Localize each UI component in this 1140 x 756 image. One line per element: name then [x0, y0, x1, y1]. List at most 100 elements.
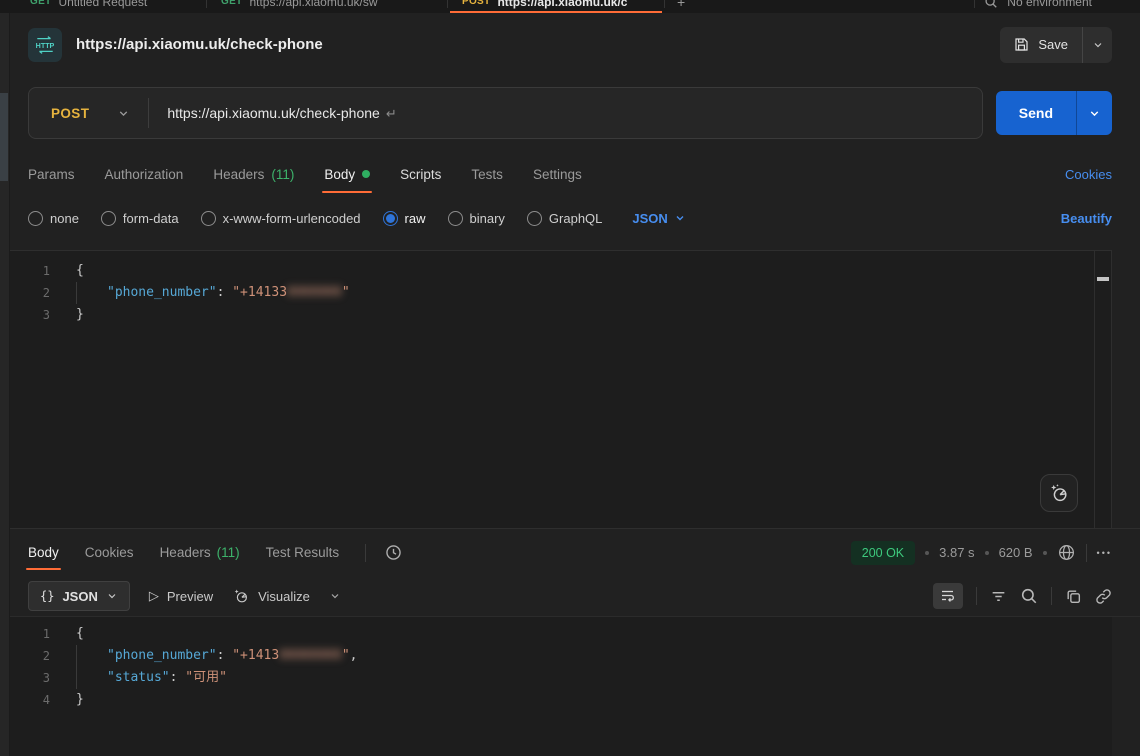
- mode-binary[interactable]: binary: [448, 211, 505, 226]
- postbot-icon: [1048, 482, 1070, 504]
- save-options-button[interactable]: [1082, 27, 1112, 63]
- tab-params[interactable]: Params: [28, 167, 75, 182]
- request-body-editor[interactable]: 1 { 2 "phone_number": "+141330000000" 3 …: [10, 250, 1112, 528]
- raw-format-dropdown[interactable]: JSON: [632, 211, 685, 226]
- url-input[interactable]: https://api.xiaomu.uk/check-phone ↵: [149, 105, 414, 122]
- response-toolbar: {} JSON ▷ Preview Visualize: [0, 576, 1140, 616]
- tab-body-active[interactable]: Body: [324, 167, 370, 182]
- save-button[interactable]: Save: [1000, 27, 1082, 63]
- redacted-phone-digits: 00000000: [279, 648, 342, 663]
- environment-selector[interactable]: No environment: [1007, 0, 1092, 9]
- mode-urlencoded[interactable]: x-www-form-urlencoded: [201, 211, 361, 226]
- divider: [365, 544, 366, 562]
- tab-label: https://api.xiaomu.uk/c: [497, 0, 627, 9]
- response-body-viewer[interactable]: 1 { 2 "phone_number": "+141300000000", 3…: [10, 617, 1112, 756]
- tab-scripts[interactable]: Scripts: [400, 167, 441, 182]
- response-history-icon[interactable]: [384, 543, 403, 562]
- mode-form-data[interactable]: form-data: [101, 211, 179, 226]
- response-tab-headers[interactable]: Headers (11): [160, 545, 240, 560]
- mode-raw-selected[interactable]: raw: [383, 211, 426, 226]
- tab-settings[interactable]: Settings: [533, 167, 582, 182]
- response-tab-cookies[interactable]: Cookies: [85, 545, 134, 560]
- mode-graphql[interactable]: GraphQL: [527, 211, 602, 226]
- chevron-down-icon: [1088, 107, 1101, 120]
- send-button[interactable]: Send: [996, 105, 1076, 121]
- search-icon[interactable]: [984, 0, 998, 9]
- request-header: HTTP https://api.xiaomu.uk/check-phone S…: [0, 13, 1140, 76]
- tab-label: Untitled Request: [58, 0, 147, 9]
- tab-headers[interactable]: Headers (11): [213, 167, 294, 182]
- wrap-text-button[interactable]: [933, 583, 963, 609]
- url-input-group: POST https://api.xiaomu.uk/check-phone ↵: [28, 87, 983, 139]
- svg-text:HTTP: HTTP: [36, 42, 55, 50]
- indent-guide: [76, 667, 77, 689]
- method-selector[interactable]: POST: [29, 88, 148, 138]
- new-tab-button[interactable]: +: [665, 0, 697, 10]
- request-tabs: Params Authorization Headers (11) Body S…: [0, 142, 1140, 194]
- line-number: 3: [10, 304, 50, 326]
- floppy-disk-icon: [1014, 37, 1029, 52]
- visualize-button[interactable]: Visualize: [232, 587, 310, 605]
- chevron-down-icon: [674, 212, 686, 224]
- send-split-button: Send: [996, 91, 1112, 135]
- send-options-button[interactable]: [1076, 91, 1112, 135]
- url-bar-row: POST https://api.xiaomu.uk/check-phone↵ …: [0, 76, 1140, 142]
- line-number: 1: [10, 260, 50, 282]
- radio-icon: [28, 211, 43, 226]
- response-tab-body-active[interactable]: Body: [28, 545, 59, 560]
- request-tab-1[interactable]: GET Untitled Request: [16, 0, 206, 13]
- radio-selected-icon: [383, 211, 398, 226]
- response-headers-count: (11): [217, 545, 240, 560]
- chevron-down-icon: [1092, 39, 1104, 51]
- response-size: 620 B: [999, 545, 1033, 560]
- radio-icon: [201, 211, 216, 226]
- chevron-down-icon: [106, 590, 118, 602]
- request-tab-2[interactable]: GET https://api.xiaomu.uk/sw: [207, 0, 447, 13]
- return-key-hint: ↵: [386, 106, 397, 121]
- radio-icon: [448, 211, 463, 226]
- network-globe-icon[interactable]: [1057, 543, 1076, 562]
- request-title: https://api.xiaomu.uk/check-phone: [76, 36, 323, 53]
- editor-annotation-track: [1094, 251, 1112, 528]
- url-value: https://api.xiaomu.uk/check-phone: [167, 105, 379, 121]
- divider: [1086, 544, 1087, 562]
- save-split-button: Save: [1000, 27, 1112, 63]
- editor-scroll-handle[interactable]: [1097, 277, 1109, 281]
- tab-method-get: GET: [30, 0, 51, 7]
- topbar-divider: [974, 0, 975, 8]
- copy-icon[interactable]: [1065, 588, 1082, 605]
- mode-none[interactable]: none: [28, 211, 79, 226]
- filter-icon[interactable]: [990, 588, 1007, 605]
- sidebar-scroll-handle[interactable]: [0, 93, 8, 181]
- headers-count-badge: (11): [271, 167, 294, 182]
- request-tab-3-active[interactable]: POST https://api.xiaomu.uk/c: [448, 0, 664, 13]
- tab-tests[interactable]: Tests: [471, 167, 503, 182]
- more-options-button[interactable]: •••: [1097, 548, 1112, 558]
- code-line: 2 "phone_number": "+141300000000",: [10, 645, 1112, 667]
- response-time: 3.87 s: [939, 545, 974, 560]
- radio-icon: [101, 211, 116, 226]
- save-button-label: Save: [1038, 37, 1068, 52]
- response-format-dropdown[interactable]: {} JSON: [28, 581, 130, 611]
- line-number: 1: [10, 623, 50, 645]
- body-mode-row: none form-data x-www-form-urlencoded raw…: [0, 194, 1140, 242]
- code-line: 4 }: [10, 689, 1112, 711]
- code-line: 3 "status": "可用": [10, 667, 1112, 689]
- response-tab-test-results[interactable]: Test Results: [266, 545, 340, 560]
- visualize-chevron-icon[interactable]: [329, 590, 341, 602]
- link-icon[interactable]: [1095, 588, 1112, 605]
- indent-guide: [76, 282, 77, 304]
- status-badge[interactable]: 200 OK: [851, 541, 915, 565]
- response-header: Body Cookies Headers (11) Test Results 2…: [0, 528, 1140, 576]
- tab-authorization[interactable]: Authorization: [105, 167, 184, 182]
- line-number: 3: [10, 667, 50, 689]
- collapsed-sidebar-strip: [0, 13, 10, 756]
- tab-method-post: POST: [462, 0, 490, 7]
- preview-button[interactable]: ▷ Preview: [149, 588, 213, 604]
- postbot-ai-button[interactable]: [1040, 474, 1078, 512]
- response-body-section: 1 { 2 "phone_number": "+141300000000", 3…: [0, 616, 1140, 756]
- cookies-link[interactable]: Cookies: [1065, 167, 1112, 182]
- beautify-link[interactable]: Beautify: [1061, 211, 1112, 226]
- line-number: 2: [10, 645, 50, 667]
- search-response-icon[interactable]: [1020, 587, 1038, 605]
